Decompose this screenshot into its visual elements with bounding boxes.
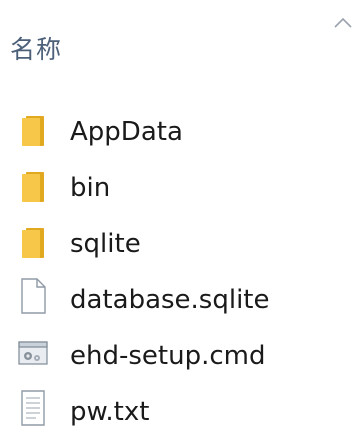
list-item[interactable]: AppData [0, 106, 358, 162]
file-name: bin [70, 173, 111, 203]
folder-icon [22, 116, 44, 146]
folder-icon [22, 172, 44, 202]
file-name: AppData [70, 117, 183, 147]
list-item[interactable]: bin [0, 162, 358, 218]
column-header-name[interactable]: 名称 [10, 30, 62, 66]
list-item[interactable]: ehd-setup.cmd [0, 330, 358, 386]
list-item[interactable]: database.sqlite [0, 274, 358, 330]
list-item[interactable]: sqlite [0, 218, 358, 274]
file-name: ehd-setup.cmd [70, 341, 266, 371]
folder-icon [22, 228, 44, 258]
cmd-script-icon [18, 341, 48, 365]
file-icon [21, 278, 46, 314]
file-name: pw.txt [70, 397, 150, 427]
file-name: sqlite [70, 229, 141, 259]
text-file-icon [21, 390, 45, 426]
chevron-up-icon[interactable] [331, 14, 355, 32]
list-item[interactable]: pw.txt [0, 386, 358, 442]
file-name: database.sqlite [70, 285, 270, 315]
column-header: 名称 [0, 0, 358, 80]
